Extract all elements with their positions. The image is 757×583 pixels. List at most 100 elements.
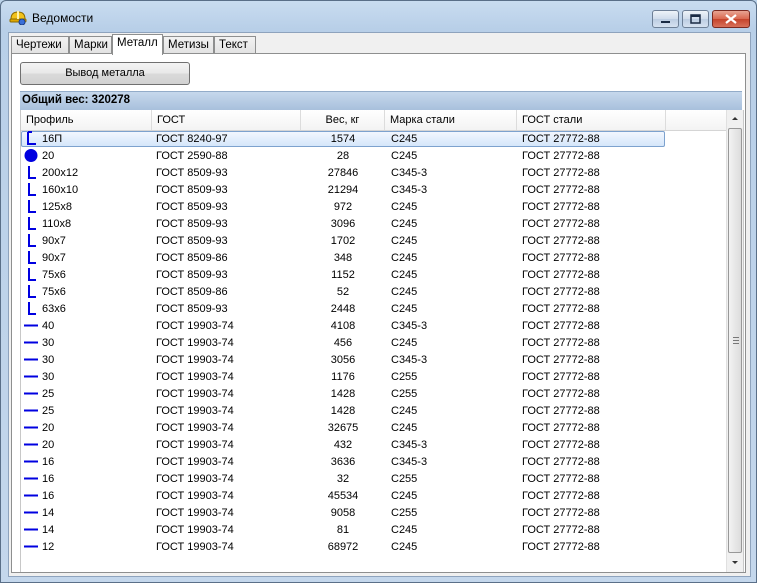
cell-steel-grade: С255 [391,388,418,400]
column-header-gost[interactable]: ГОСТ [152,110,301,130]
table-row[interactable]: 160x10 ГОСТ 8509-93 21294 С345-3 ГОСТ 27772-… [21,182,726,199]
table-row[interactable]: 20 ГОСТ 2590-88 28 С245 ГОСТ 27772-88 [21,148,726,165]
cell-gost: ГОСТ 19903-74 [156,473,234,485]
cell-weight: 27846 [327,167,359,179]
cell-steel-grade: С245 [391,541,418,553]
cell-steel-gost: ГОСТ 27772-88 [522,422,600,434]
table-row[interactable]: 14 ГОСТ 19903-74 81 С245 ГОСТ 27772-88 [21,522,726,539]
table-row[interactable]: 110x8 ГОСТ 8509-93 3096 С245 ГОСТ 27772-88 [21,216,726,233]
cell-gost: ГОСТ 8509-86 [156,286,228,298]
cell-steel-gost: ГОСТ 27772-88 [522,507,600,519]
cell-weight: 1176 [331,371,355,383]
cell-gost: ГОСТ 8509-86 [156,252,228,264]
column-header-weight[interactable]: Вес, кг [301,110,385,130]
table-row[interactable]: 30 ГОСТ 19903-74 456 С245 ГОСТ 27772-88 [21,335,726,352]
minimize-button[interactable] [652,10,679,28]
angle-icon [23,199,41,216]
cell-steel-grade: С245 [391,201,418,213]
cell-gost: ГОСТ 19903-74 [156,388,234,400]
table-row[interactable]: 20 ГОСТ 19903-74 32675 С245 ГОСТ 27772-88 [21,420,726,437]
cell-profile: 75x6 [42,269,66,281]
plate-icon [23,335,41,352]
cell-profile: 63x6 [42,303,66,315]
cell-weight: 432 [333,439,353,451]
cell-steel-grade: С255 [391,473,418,485]
cell-steel-grade: С245 [391,303,418,315]
total-weight-bar: Общий вес: 320278 [20,91,742,110]
scroll-thumb[interactable] [728,128,742,553]
cell-steel-gost: ГОСТ 27772-88 [522,354,600,366]
cell-steel-gost: ГОСТ 27772-88 [522,439,600,451]
table-row[interactable]: 30 ГОСТ 19903-74 3056 С345-3 ГОСТ 27772-88 [21,352,726,369]
cell-steel-grade: С245 [391,150,418,162]
cell-weight: 32 [336,473,350,485]
title-bar[interactable]: Ведомости [1,1,756,31]
cell-gost: ГОСТ 8509-93 [156,269,228,281]
cell-steel-gost: ГОСТ 27772-88 [522,405,600,417]
cell-steel-grade: С245 [391,218,418,230]
scroll-up-button[interactable] [727,110,743,127]
cell-weight: 81 [336,524,350,536]
table-row[interactable]: 75x6 ГОСТ 8509-93 1152 С245 ГОСТ 27772-88 [21,267,726,284]
cell-steel-gost: ГОСТ 27772-88 [522,541,600,553]
column-header-steel-grade[interactable]: Марка стали [385,110,517,130]
tab-fasteners[interactable]: Метизы [163,36,214,53]
cell-steel-grade: С245 [391,337,418,349]
table-row[interactable]: 63x6 ГОСТ 8509-93 2448 С245 ГОСТ 27772-88 [21,301,726,318]
plate-icon [23,386,41,403]
output-metal-button[interactable]: Вывод металла [20,62,190,85]
plate-icon [23,352,41,369]
table-row[interactable]: 30 ГОСТ 19903-74 1176 С255 ГОСТ 27772-88 [21,369,726,386]
metal-table: Профиль ГОСТ Вес, кг Марка стали ГОСТ ст… [20,110,744,572]
cell-steel-gost: ГОСТ 27772-88 [522,184,600,196]
column-header-steel-gost[interactable]: ГОСТ стали [517,110,666,130]
maximize-icon [690,14,701,24]
tab-drawings[interactable]: Чертежи [11,36,69,53]
tab-marks[interactable]: Марки [69,36,112,53]
cell-weight: 1702 [330,235,356,247]
scroll-up-arrow-icon [732,117,738,120]
cell-steel-grade: С345-3 [391,456,428,468]
cell-gost: ГОСТ 19903-74 [156,354,234,366]
cell-gost: ГОСТ 19903-74 [156,371,234,383]
cell-weight: 3056 [330,354,356,366]
cell-weight: 3096 [330,218,356,230]
maximize-button[interactable] [682,10,709,28]
cell-gost: ГОСТ 2590-88 [156,150,228,162]
vertical-scrollbar[interactable] [726,110,743,572]
table-row[interactable]: 25 ГОСТ 19903-74 1428 С255 ГОСТ 27772-88 [21,386,726,403]
cell-steel-grade: С245 [391,490,418,502]
table-row[interactable]: 40 ГОСТ 19903-74 4108 С345-3 ГОСТ 27772-88 [21,318,726,335]
cell-steel-gost: ГОСТ 27772-88 [522,320,600,332]
table-row[interactable]: 125x8 ГОСТ 8509-93 972 С245 ГОСТ 27772-88 [21,199,726,216]
cell-weight: 21294 [327,184,359,196]
column-header-profile[interactable]: Профиль [21,110,152,130]
table-row[interactable]: 16 ГОСТ 19903-74 32 С255 ГОСТ 27772-88 [21,471,726,488]
cell-steel-gost: ГОСТ 27772-88 [522,218,600,230]
table-row[interactable]: 20 ГОСТ 19903-74 432 С345-3 ГОСТ 27772-88 [21,437,726,454]
cell-profile: 14 [42,524,55,536]
cell-steel-gost: ГОСТ 27772-88 [522,490,600,502]
table-row[interactable]: 14 ГОСТ 19903-74 9058 С255 ГОСТ 27772-88 [21,505,726,522]
table-row[interactable]: 75x6 ГОСТ 8509-86 52 С245 ГОСТ 27772-88 [21,284,726,301]
table-row[interactable]: 16 ГОСТ 19903-74 3636 С345-3 ГОСТ 27772-88 [21,454,726,471]
tab-text[interactable]: Текст [214,36,256,53]
cell-weight: 4108 [330,320,356,332]
scroll-down-arrow-icon [732,561,738,564]
table-row[interactable]: 16П ГОСТ 8240-97 1574 С245 ГОСТ 27772-88 [21,131,726,148]
table-row[interactable]: 200x12 ГОСТ 8509-93 27846 С345-3 ГОСТ 27772-… [21,165,726,182]
table-row[interactable]: 16 ГОСТ 19903-74 45534 С245 ГОСТ 27772-88 [21,488,726,505]
plate-icon [23,539,41,556]
cell-weight: 9058 [330,507,356,519]
plate-icon [23,522,41,539]
tab-metal[interactable]: Металл [112,34,163,55]
cell-profile: 90x7 [42,235,66,247]
cell-weight: 45534 [327,490,359,502]
table-row[interactable]: 90x7 ГОСТ 8509-86 348 С245 ГОСТ 27772-88 [21,250,726,267]
table-row[interactable]: 90x7 ГОСТ 8509-93 1702 С245 ГОСТ 27772-88 [21,233,726,250]
close-button[interactable] [712,10,750,28]
scroll-down-button[interactable] [727,554,743,571]
cell-steel-gost: ГОСТ 27772-88 [522,337,600,349]
table-row[interactable]: 25 ГОСТ 19903-74 1428 С245 ГОСТ 27772-88 [21,403,726,420]
table-row[interactable]: 12 ГОСТ 19903-74 68972 С245 ГОСТ 27772-88 [21,539,726,556]
